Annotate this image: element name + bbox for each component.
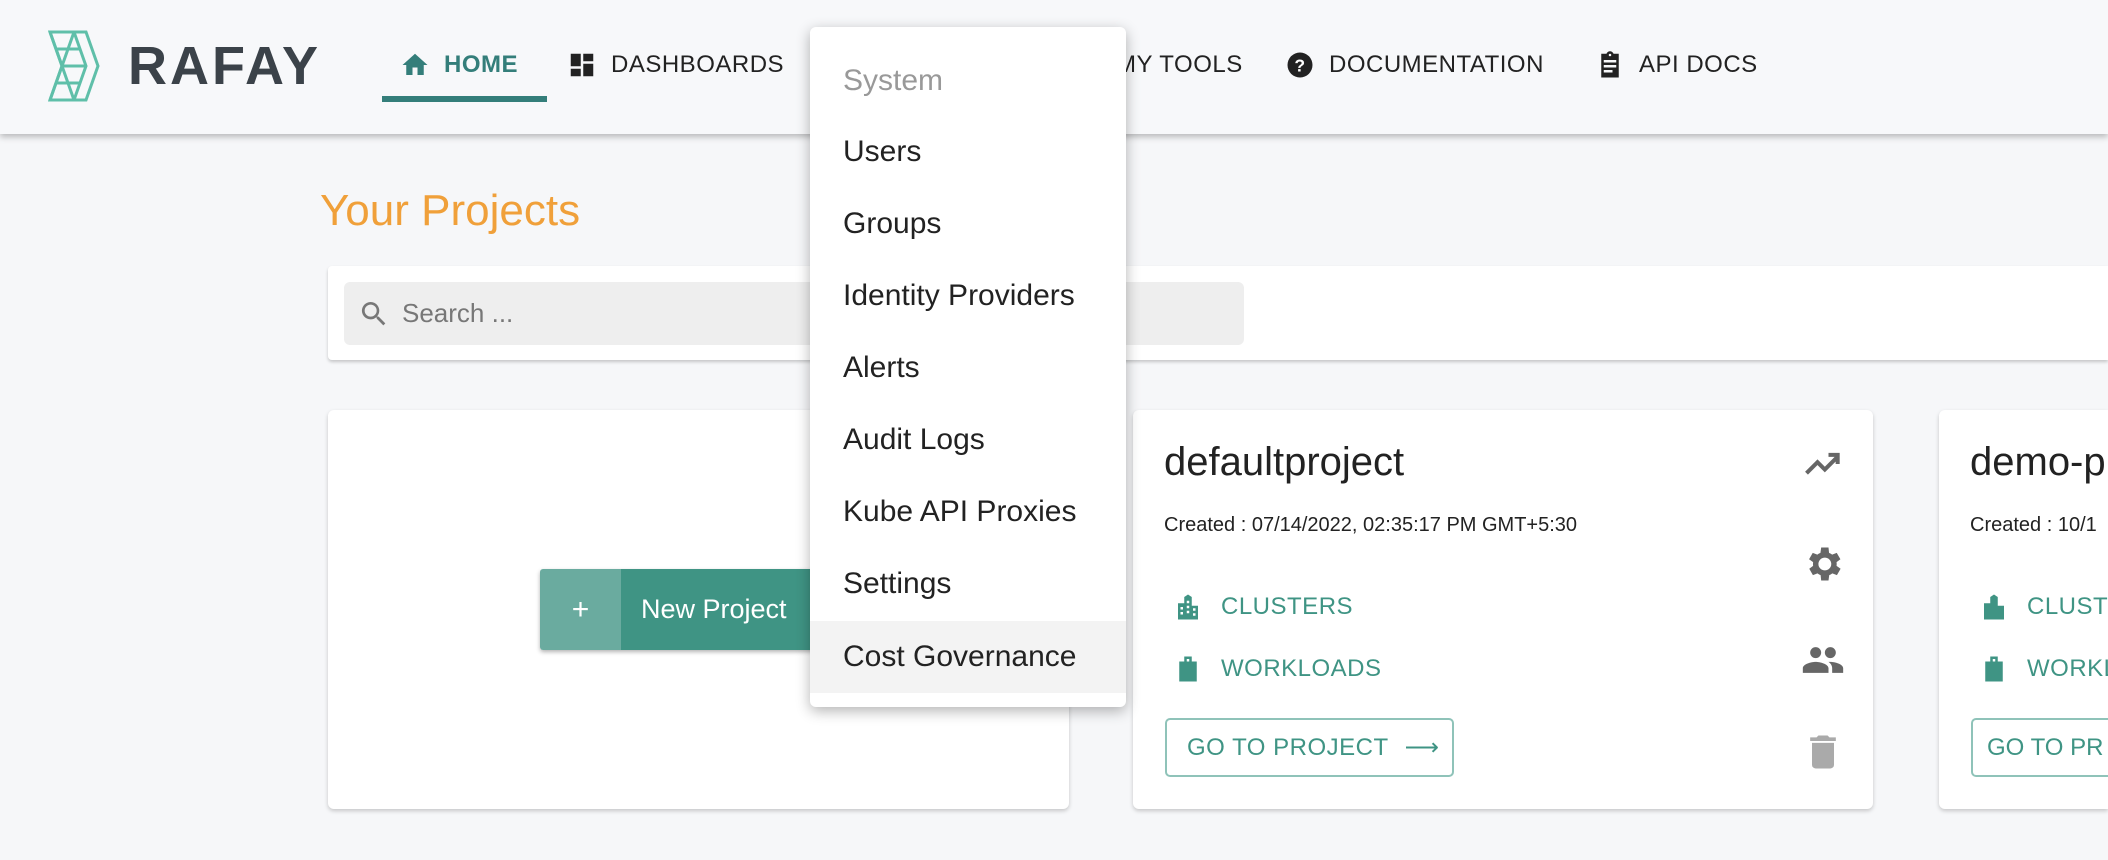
clusters-link[interactable]: CLUST [1979, 592, 2108, 622]
workloads-link[interactable]: WORKL [1979, 654, 2108, 684]
go-to-project-button[interactable]: GO TO PR [1971, 718, 2108, 777]
arrow-right-icon: ⟶ [1404, 734, 1440, 761]
nav-api-docs[interactable]: API DOCS [1595, 50, 1758, 80]
briefcase-icon [1179, 656, 1197, 682]
menu-item-audit-logs[interactable]: Audit Logs [810, 404, 1126, 476]
search-icon [361, 301, 386, 325]
nav-documentation[interactable]: ? DOCUMENTATION [1285, 50, 1544, 80]
users-icon[interactable] [1801, 638, 1845, 682]
system-dropdown-menu: System Users Groups Identity Providers A… [810, 27, 1126, 707]
go-to-project-button[interactable]: GO TO PROJECT ⟶ [1165, 718, 1454, 777]
project-name: defaultproject [1164, 440, 1405, 484]
rafay-logo[interactable]: RAFAY [48, 30, 321, 102]
menu-header-system: System [843, 64, 944, 97]
created-date: Created : 07/14/2022, 02:35:17 PM GMT+5:… [1164, 514, 1578, 536]
menu-item-alerts[interactable]: Alerts [810, 332, 1126, 404]
home-icon [402, 53, 428, 75]
briefcase-icon [1985, 656, 2003, 682]
plus-icon: + [540, 569, 621, 650]
building-icon [1984, 594, 2004, 620]
menu-item-identity-providers[interactable]: Identity Providers [810, 260, 1126, 332]
logo-icon [48, 30, 100, 102]
active-tab-indicator [382, 96, 547, 102]
project-name: demo-pr [1970, 440, 2108, 484]
nav-home[interactable]: HOME [400, 50, 518, 80]
menu-item-kube-api-proxies[interactable]: Kube API Proxies [810, 476, 1126, 548]
trash-icon[interactable] [1801, 730, 1845, 774]
menu-item-groups[interactable]: Groups [810, 188, 1126, 260]
nav-dashboards[interactable]: DASHBOARDS [567, 50, 784, 80]
created-date: Created : 10/1 [1970, 514, 2097, 536]
search-bar: Search ... [328, 266, 2108, 360]
clusters-link[interactable]: CLUSTERS [1173, 592, 1353, 622]
menu-item-cost-governance[interactable]: Cost Governance [810, 621, 1126, 693]
project-card: demo-pr Created : 10/1 CLUST WORKL GO TO… [1939, 410, 2108, 809]
workloads-link[interactable]: WORKLOADS [1173, 654, 1382, 684]
menu-item-users[interactable]: Users [810, 116, 1126, 188]
page-title: Your Projects [320, 186, 581, 235]
clipboard-icon [1601, 51, 1619, 78]
dashboard-icon [570, 53, 594, 77]
building-icon [1178, 594, 1198, 620]
svg-text:?: ? [1294, 55, 1305, 75]
help-icon: ? [1287, 52, 1313, 78]
menu-item-settings[interactable]: Settings [810, 548, 1126, 620]
project-card: defaultproject Created : 07/14/2022, 02:… [1133, 410, 1873, 809]
gear-icon[interactable] [1801, 542, 1845, 586]
trending-up-icon[interactable] [1801, 442, 1845, 486]
